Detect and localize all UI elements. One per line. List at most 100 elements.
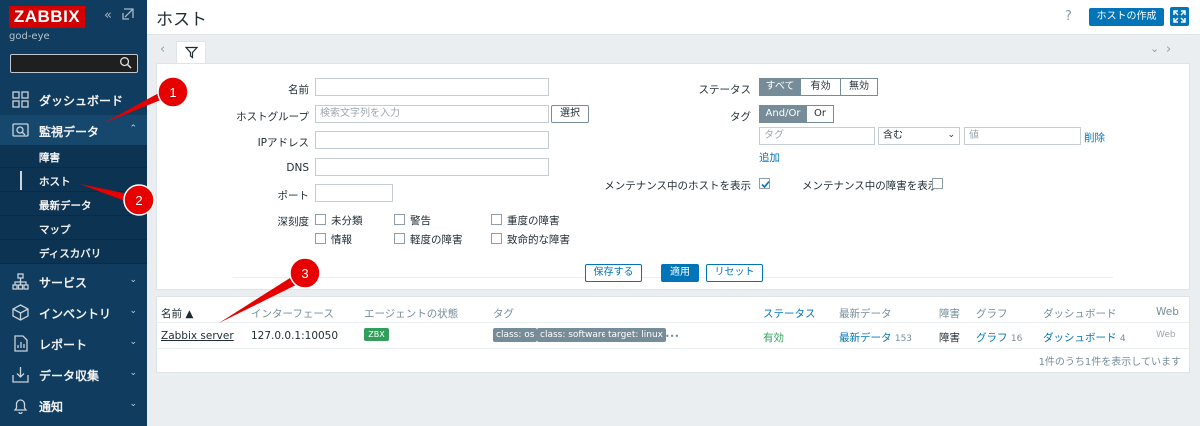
severity-average-label: 軽度の障害 <box>410 234 463 246</box>
tag-value-input[interactable]: 値 <box>964 127 1081 145</box>
nav-services-label: サービス <box>39 276 88 290</box>
tag-operator-value: 含む <box>883 130 903 141</box>
header-divider <box>157 322 1189 323</box>
chevron-down-icon: ⌄ <box>129 275 137 285</box>
submenu-discovery-label: ディスカバリ <box>39 248 102 260</box>
help-icon[interactable]: ? <box>1065 9 1072 24</box>
host-interface: 127.0.0.1:10050 <box>251 330 339 342</box>
severity-average-checkbox[interactable] <box>394 233 405 244</box>
port-input[interactable] <box>315 184 393 202</box>
severity-not-classified-checkbox[interactable] <box>315 214 326 225</box>
collapse-sidebar-icon[interactable]: « <box>104 8 112 24</box>
chevron-down-icon: ⌄ <box>129 399 137 409</box>
tag-badge[interactable]: class: os <box>493 328 538 342</box>
apply-button[interactable]: 適用 <box>661 264 699 282</box>
maintenance-hosts-label: メンテナンス中のホストを表示 <box>604 180 751 192</box>
fullscreen-icon <box>1173 10 1186 23</box>
tags-and-or-button[interactable]: And/Or <box>759 105 807 123</box>
col-header-dashboards: ダッシュボード <box>1043 308 1117 320</box>
severity-high-checkbox[interactable] <box>491 214 502 225</box>
submenu-hosts-label: ホスト <box>39 176 71 188</box>
services-icon <box>12 273 29 290</box>
submenu-problems[interactable]: 障害 <box>0 145 147 168</box>
dns-label: DNS <box>286 162 309 174</box>
nav-dashboard-label: ダッシュボード <box>39 94 124 108</box>
submenu-maps[interactable]: マップ <box>0 217 147 240</box>
submenu-discovery[interactable]: ディスカバリ <box>0 241 147 264</box>
add-tag-link[interactable]: 追加 <box>759 150 780 165</box>
severity-information-checkbox[interactable] <box>315 233 326 244</box>
ip-input[interactable] <box>315 131 549 149</box>
graphs-link[interactable]: グラフ 16 <box>976 330 1022 345</box>
name-input[interactable] <box>315 78 549 96</box>
sidebar-search-input[interactable] <box>10 54 138 73</box>
submenu-maps-label: マップ <box>39 224 71 236</box>
host-group-input[interactable]: 検索文字列を入力 <box>315 105 549 123</box>
maintenance-problems-checkbox[interactable] <box>932 178 943 189</box>
host-status[interactable]: 有効 <box>763 330 784 345</box>
submenu-latest-data[interactable]: 最新データ <box>0 193 147 216</box>
nav-data-collection[interactable]: データ収集 ⌄ <box>0 359 147 389</box>
col-header-web: Web <box>1156 306 1179 318</box>
status-enabled-button[interactable]: 有効 <box>800 78 841 96</box>
status-all-button[interactable]: すべて <box>759 78 801 96</box>
maintenance-problems-label: メンテナンス中の障害を表示 <box>802 180 939 192</box>
port-label: ポート <box>277 190 310 202</box>
nav-data-collection-label: データ収集 <box>39 369 100 383</box>
create-host-button[interactable]: ホストの作成 <box>1089 8 1164 26</box>
dashboard-icon <box>12 91 29 108</box>
col-header-tags: タグ <box>493 308 514 320</box>
monitoring-icon <box>12 123 29 137</box>
latest-data-count: 153 <box>894 334 913 344</box>
col-header-status[interactable]: ステータス <box>763 306 816 321</box>
row-divider <box>157 348 1189 349</box>
dashboards-count: 4 <box>1119 334 1126 344</box>
col-header-name[interactable]: 名前 ▲ <box>161 306 193 321</box>
agent-status-badge[interactable]: ZBX <box>364 328 389 341</box>
tag-badge[interactable]: class: software <box>537 328 610 342</box>
nav-reports[interactable]: レポート ⌄ <box>0 328 147 358</box>
nav-alerts[interactable]: 通知 ⌄ <box>0 390 147 420</box>
nav-inventory[interactable]: インベントリ ⌄ <box>0 297 147 327</box>
monitoring-submenu: 障害 ホスト 最新データ マップ ディスカバリ <box>0 145 147 264</box>
filter-body: 名前 ホストグループ 検索文字列を入力 選択 IPアドレス DNS ポート 深刻… <box>156 63 1190 290</box>
chevron-down-icon[interactable]: ⌄ <box>1150 42 1159 55</box>
reset-button[interactable]: リセット <box>706 264 763 282</box>
dns-input[interactable] <box>315 158 549 176</box>
select-host-group-button[interactable]: 選択 <box>551 105 589 123</box>
nav-dashboard[interactable]: ダッシュボード <box>0 84 147 114</box>
page-title: ホスト <box>156 10 207 30</box>
severity-disaster-checkbox[interactable] <box>491 233 502 244</box>
kiosk-mode-icon[interactable] <box>122 8 134 25</box>
severity-warning-checkbox[interactable] <box>394 214 405 225</box>
zabbix-logo[interactable]: ZABBIX <box>9 6 85 28</box>
remove-tag-link[interactable]: 削除 <box>1084 130 1105 145</box>
search-icon[interactable] <box>119 56 132 69</box>
status-disabled-button[interactable]: 無効 <box>840 78 878 96</box>
tag-name-input[interactable]: タグ <box>759 127 875 145</box>
submenu-latest-data-label: 最新データ <box>39 200 92 212</box>
bell-icon <box>13 399 28 414</box>
fullscreen-button[interactable] <box>1170 7 1189 26</box>
more-tags-icon[interactable]: ••• <box>665 332 679 341</box>
latest-data-link[interactable]: 最新データ 153 <box>839 330 912 345</box>
chevron-left-icon[interactable]: ‹ <box>160 42 165 57</box>
save-as-button[interactable]: 保存する <box>585 264 642 282</box>
nav-monitoring[interactable]: 監視データ ⌃ <box>0 115 147 145</box>
tag-operator-select[interactable]: 含む ⌄ <box>878 127 960 145</box>
chevron-up-icon: ⌃ <box>129 124 137 134</box>
submenu-hosts[interactable]: ホスト <box>0 169 147 192</box>
tags-or-button[interactable]: Or <box>806 105 834 123</box>
dashboards-label: ダッシュボード <box>1043 332 1117 344</box>
problems-link[interactable]: 障害 <box>939 330 960 345</box>
tag-badge[interactable]: target: linux <box>605 328 666 342</box>
filter-tab[interactable] <box>176 41 206 64</box>
col-header-problems: 障害 <box>939 308 960 320</box>
dashboards-link[interactable]: ダッシュボード 4 <box>1043 330 1126 345</box>
nav-services[interactable]: サービス ⌄ <box>0 266 147 296</box>
host-name-link[interactable]: Zabbix server <box>161 330 234 342</box>
maintenance-hosts-checkbox[interactable] <box>759 178 770 189</box>
chevron-right-icon[interactable]: › <box>1166 42 1171 57</box>
nav-monitoring-label: 監視データ <box>39 125 100 139</box>
col-header-graphs: グラフ <box>976 308 1008 320</box>
